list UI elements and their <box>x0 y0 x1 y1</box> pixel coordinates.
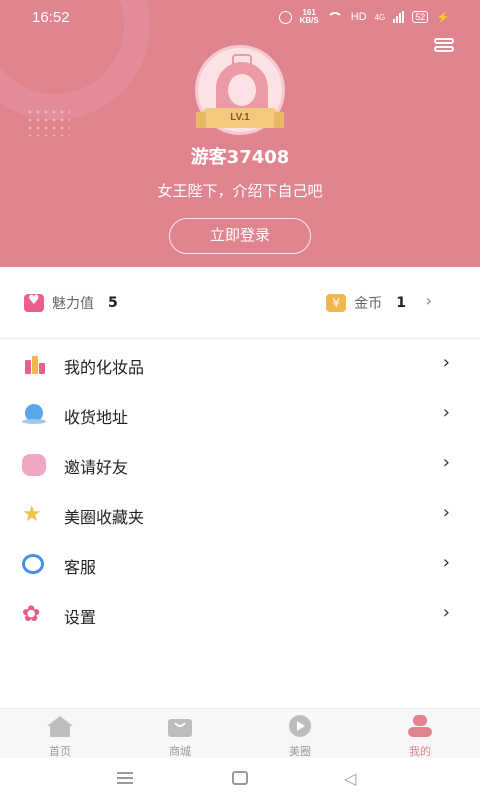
menu-item-favorites[interactable]: ★ 美圈收藏夹 › <box>0 490 480 540</box>
chevron-right-icon: › <box>442 502 450 523</box>
home-button-icon[interactable] <box>232 771 248 785</box>
menu-label: 美圈收藏夹 <box>64 508 145 527</box>
coin-icon: ¥ <box>326 294 347 312</box>
gear-icon: ✿ <box>22 602 41 627</box>
back-icon[interactable]: ◁ <box>344 769 356 788</box>
user-icon <box>408 715 432 737</box>
menu-list: 我的化妆品 › 收货地址 › 邀请好友 › ★ 美圈收藏夹 › 客服 › ✿ 设… <box>0 340 480 640</box>
decorative-dots <box>26 108 70 136</box>
net-speed: 161 KB/S <box>300 9 319 25</box>
net-speed-unit: KB/S <box>299 16 319 25</box>
menu-label: 我的化妆品 <box>64 358 145 377</box>
charging-icon: ⚡ <box>436 11 450 24</box>
signal-icon <box>393 11 405 23</box>
chevron-right-icon[interactable]: › <box>426 291 432 310</box>
coins-label: 金币 <box>354 296 383 312</box>
status-time: 16:52 <box>32 9 70 26</box>
nav-home[interactable]: 首页 <box>0 709 120 759</box>
menu-label: 客服 <box>64 558 97 577</box>
charm-stat[interactable]: 魅力值 5 <box>24 293 118 313</box>
coins-stat[interactable]: ¥ 金币 1 <box>326 293 406 313</box>
system-nav-bar: ◁ <box>0 758 480 800</box>
battery-icon: 52 <box>412 11 429 23</box>
bottom-nav: 首页 商城 美圈 我的 <box>0 708 480 758</box>
nav-mine[interactable]: 我的 <box>360 709 480 759</box>
status-icons: 161 KB/S HD 4G 52 ⚡ <box>278 9 450 25</box>
coins-value: 1 <box>396 295 406 311</box>
heart-icon <box>24 293 44 312</box>
charm-value: 5 <box>108 295 118 311</box>
nav-label: 我的 <box>409 745 431 758</box>
recent-apps-icon[interactable] <box>117 772 133 784</box>
menu-item-service[interactable]: 客服 › <box>0 540 480 590</box>
play-icon <box>289 715 311 737</box>
alarm-icon <box>278 10 292 24</box>
shop-bag-icon <box>168 719 192 737</box>
location-icon <box>22 404 46 424</box>
home-icon <box>47 716 73 737</box>
login-button[interactable]: 立即登录 <box>169 218 311 254</box>
network-label: 4G <box>374 12 386 22</box>
nav-label: 商城 <box>169 745 191 758</box>
chevron-right-icon: › <box>442 552 450 573</box>
menu-label: 邀请好友 <box>64 458 129 477</box>
stats-row: 魅力值 5 ¥ 金币 1 › <box>0 267 480 339</box>
nav-beauty-circle[interactable]: 美圈 <box>240 709 360 759</box>
chevron-right-icon: › <box>442 352 450 373</box>
nav-label: 首页 <box>49 745 71 758</box>
menu-item-settings[interactable]: ✿ 设置 › <box>0 590 480 640</box>
nav-label: 美圈 <box>289 745 311 758</box>
menu-item-cosmetics[interactable]: 我的化妆品 › <box>0 340 480 390</box>
profile-header: 16:52 161 KB/S HD 4G 52 ⚡ LV.1 游客37408 女… <box>0 0 480 267</box>
chevron-right-icon: › <box>442 602 450 623</box>
menu-item-invite[interactable]: 邀请好友 › <box>0 440 480 490</box>
wifi-icon <box>326 11 343 23</box>
nav-shop[interactable]: 商城 <box>120 709 240 759</box>
chevron-right-icon: › <box>442 452 450 473</box>
profile-tagline: 女王陛下，介绍下自己吧 <box>157 182 323 200</box>
star-icon: ★ <box>22 502 42 527</box>
status-bar: 16:52 161 KB/S HD 4G 52 ⚡ <box>0 0 480 36</box>
headset-icon <box>22 554 44 574</box>
more-menu-icon[interactable] <box>434 38 454 54</box>
chevron-right-icon: › <box>442 402 450 423</box>
avatar-face <box>228 74 256 106</box>
menu-item-address[interactable]: 收货地址 › <box>0 390 480 440</box>
menu-label: 设置 <box>64 608 97 627</box>
cosmetics-icon <box>22 354 46 376</box>
username: 游客37408 <box>190 147 290 168</box>
menu-label: 收货地址 <box>64 408 129 427</box>
level-badge: LV.1 <box>196 108 284 128</box>
charm-label: 魅力值 <box>52 296 94 312</box>
hd-label: HD <box>350 11 367 23</box>
invite-icon <box>22 454 46 476</box>
